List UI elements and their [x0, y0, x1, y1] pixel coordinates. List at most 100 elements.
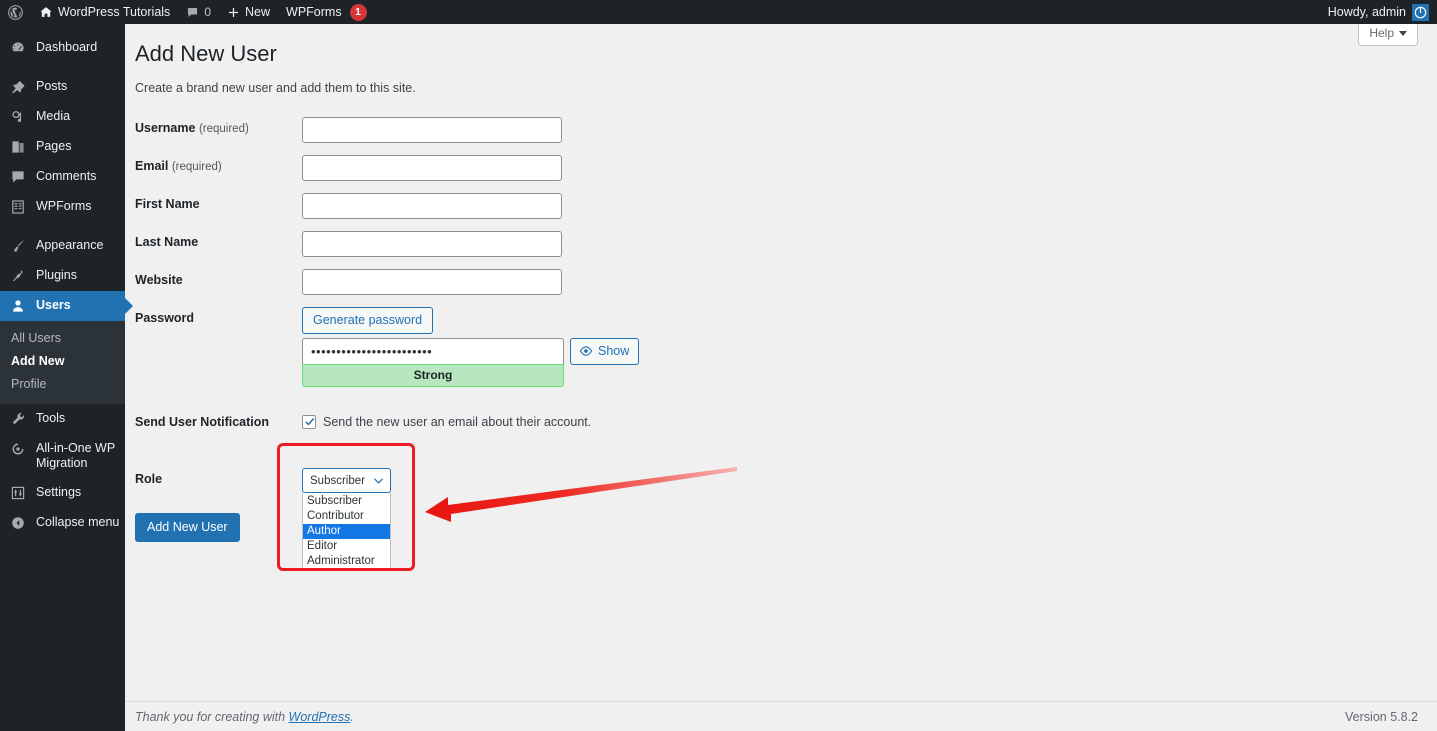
wrench-icon — [9, 411, 27, 427]
footer-version: Version 5.8.2 — [1345, 709, 1418, 724]
email-label: Email (required) — [125, 149, 302, 185]
website-label: Website — [135, 272, 183, 287]
site-name-menu[interactable]: WordPress Tutorials — [31, 0, 178, 24]
role-option-contributor[interactable]: Contributor — [303, 509, 390, 524]
show-password-button[interactable]: Show — [570, 337, 640, 365]
footer-credit-prefix: Thank you for creating with — [135, 709, 289, 724]
send-notification-row[interactable]: Send the new user an email about their a… — [302, 411, 1427, 429]
main-content: Help Add New User Create a brand new use… — [125, 24, 1437, 731]
comment-bubble-icon — [9, 169, 27, 185]
site-name-label: WordPress Tutorials — [58, 5, 171, 19]
sidebar-item-tools[interactable]: Tools — [0, 404, 125, 434]
form-row-username: Username (required) — [125, 111, 1437, 149]
migration-icon — [9, 441, 27, 457]
sidebar-item-plugins[interactable]: Plugins — [0, 261, 125, 291]
collapse-arrow-icon — [9, 515, 27, 531]
pin-icon — [9, 79, 27, 95]
paintbrush-icon — [9, 238, 27, 254]
new-content-label: New — [245, 5, 271, 19]
username-label-text: Username — [135, 120, 196, 135]
add-user-form: Username (required) Email (required) Fir… — [125, 111, 1437, 572]
eye-icon — [579, 344, 593, 358]
wordpress-logo-icon — [8, 4, 23, 20]
role-select-area: Subscriber Subscriber Contributor Author… — [277, 443, 1427, 572]
sidebar-item-profile[interactable]: Profile — [0, 373, 125, 396]
email-label-text: Email — [135, 158, 169, 173]
wpforms-menu[interactable]: WPForms 1 — [278, 0, 375, 24]
password-label: Password — [135, 310, 195, 325]
wordpress-link[interactable]: WordPress — [289, 710, 351, 724]
username-input[interactable] — [302, 116, 562, 143]
users-submenu: All Users Add New Profile — [0, 321, 125, 404]
email-input[interactable] — [302, 154, 562, 181]
plus-icon — [227, 6, 240, 19]
admin-footer: Thank you for creating with WordPress. V… — [125, 701, 1437, 731]
sidebar-item-comments[interactable]: Comments — [0, 162, 125, 192]
form-row-role: Role Subscriber Subscriber Contributor A… — [125, 443, 1437, 572]
send-notification-checkbox-label: Send the new user an email about their a… — [323, 414, 592, 429]
footer-credit: Thank you for creating with WordPress. — [135, 710, 354, 724]
password-field-group: Strong Show — [302, 337, 1427, 387]
user-icon — [9, 298, 27, 314]
role-option-subscriber[interactable]: Subscriber — [303, 494, 390, 509]
last-name-input[interactable] — [302, 230, 562, 257]
sidebar-item-collapse-menu[interactable]: Collapse menu — [0, 508, 125, 538]
send-notification-label: Send User Notification — [135, 414, 270, 429]
sidebar-item-appearance[interactable]: Appearance — [0, 231, 125, 261]
form-row-send-notification: Send User Notification Send the new user… — [125, 405, 1437, 441]
sidebar-item-label: Pages — [36, 139, 72, 153]
show-password-label: Show — [598, 343, 630, 358]
website-input[interactable] — [302, 268, 562, 295]
form-row-first-name: First Name — [125, 187, 1437, 225]
account-menu[interactable]: Howdy, admin — [1320, 0, 1412, 24]
help-tab-label: Help — [1369, 26, 1394, 40]
page-description: Create a brand new user and add them to … — [135, 80, 416, 95]
sidebar-item-label: Comments — [36, 169, 97, 183]
media-icon — [9, 109, 27, 125]
new-content-menu[interactable]: New — [219, 0, 278, 24]
role-option-author[interactable]: Author — [303, 524, 390, 540]
settings-sliders-icon — [9, 485, 27, 501]
sidebar-item-users[interactable]: Users — [0, 291, 133, 321]
sidebar-item-label: WPForms — [36, 199, 92, 213]
wpforms-badge: 1 — [349, 3, 367, 21]
pages-icon — [9, 139, 27, 155]
sidebar-item-wpforms[interactable]: WPForms — [0, 192, 125, 222]
comments-menu[interactable]: 0 — [178, 0, 219, 24]
admin-sidebar: Dashboard Posts Media Pages Comments WPF… — [0, 24, 133, 731]
wpforms-label: WPForms — [286, 5, 342, 19]
send-notification-checkbox[interactable] — [302, 414, 316, 429]
form-row-last-name: Last Name — [125, 225, 1437, 263]
sidebar-item-all-in-one-wp-migration[interactable]: All-in-One WP Migration — [0, 434, 125, 478]
help-tab-button[interactable]: Help — [1358, 24, 1418, 46]
sidebar-item-pages[interactable]: Pages — [0, 132, 125, 162]
password-input[interactable] — [302, 337, 564, 364]
sidebar-item-settings[interactable]: Settings — [0, 478, 125, 508]
role-option-editor[interactable]: Editor — [303, 539, 390, 554]
add-new-user-button[interactable]: Add New User — [135, 513, 240, 543]
wp-logo-menu[interactable] — [0, 0, 31, 24]
role-select[interactable]: Subscriber — [302, 468, 391, 494]
role-options-list[interactable]: Subscriber Contributor Author Editor Adm… — [302, 493, 391, 572]
footer-credit-suffix: . — [350, 709, 354, 724]
sidebar-item-add-new[interactable]: Add New — [0, 350, 125, 373]
last-name-label: Last Name — [135, 234, 199, 249]
first-name-label: First Name — [135, 196, 200, 211]
role-selected-value: Subscriber — [310, 474, 365, 487]
sidebar-item-label: Settings — [36, 485, 82, 499]
avatar[interactable] — [1412, 3, 1429, 21]
generate-password-button[interactable]: Generate password — [302, 306, 434, 334]
sidebar-item-label: Posts — [36, 79, 68, 93]
sidebar-item-dashboard[interactable]: Dashboard — [0, 33, 125, 63]
sidebar-item-posts[interactable]: Posts — [0, 72, 125, 102]
admin-bar: WordPress Tutorials 0 New WPForms 1 Howd… — [0, 0, 1437, 24]
sidebar-item-label: Plugins — [36, 268, 77, 282]
sidebar-item-all-users[interactable]: All Users — [0, 327, 125, 350]
form-row-email: Email (required) — [125, 149, 1437, 187]
role-option-administrator[interactable]: Administrator — [303, 554, 390, 569]
sidebar-item-label: All-in-One WP Migration — [36, 441, 115, 470]
sidebar-item-media[interactable]: Media — [0, 102, 125, 132]
first-name-input[interactable] — [302, 192, 562, 219]
page-title: Add New User — [135, 41, 277, 66]
sidebar-item-label: Tools — [36, 411, 66, 425]
